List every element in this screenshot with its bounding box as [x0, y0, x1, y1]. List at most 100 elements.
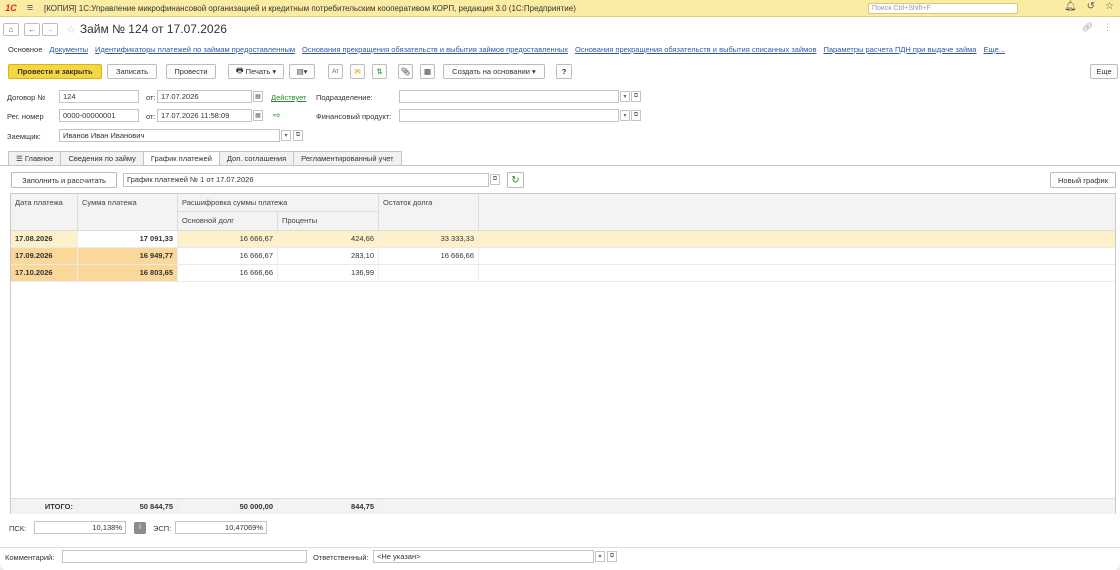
status-link[interactable]: Действует	[271, 93, 306, 102]
table-row[interactable]: 17.09.2026 16 949,77 16 666,67 283,10 16…	[11, 248, 1115, 265]
division-label: Подразделение:	[316, 93, 373, 102]
bell-icon[interactable]: 🔔︎	[1064, 1, 1077, 12]
history-icon[interactable]: ↺	[1087, 1, 1095, 12]
totals-label: ИТОГО:	[11, 499, 78, 515]
cell-date: 17.08.2026	[11, 231, 78, 247]
more-vertical-icon[interactable]: ⋮	[1103, 22, 1112, 33]
reg-date-field[interactable]: 17.07.2026 11:58:09	[157, 109, 252, 122]
nav-link-termination-provided[interactable]: Основания прекращения обязательств и выб…	[302, 45, 568, 54]
financial-product-field[interactable]	[399, 109, 619, 122]
structure-button[interactable]: ⇅	[372, 64, 387, 79]
post-and-close-button[interactable]: Провести и закрыть	[8, 64, 102, 79]
report-menu-button[interactable]: ▤▾	[289, 64, 315, 79]
header-payment-amount[interactable]: Сумма платежа	[78, 194, 178, 231]
print-button[interactable]: 🖶︎ Печать ▾	[228, 64, 284, 79]
nav-link-more[interactable]: Еще...	[983, 45, 1005, 54]
borrower-field[interactable]: Иванов Иван Иванович	[59, 129, 280, 142]
link-icon[interactable]: 🔗︎	[1082, 22, 1093, 33]
favorite-star-icon[interactable]: ☆	[66, 23, 76, 36]
create-based-on-label: Создать на основании	[452, 67, 530, 76]
form-nav-links: Основное Документы Идентификаторы платеж…	[0, 42, 1120, 56]
open-link-icon[interactable]: ⧉	[631, 110, 641, 121]
mail-button[interactable]: ✉	[350, 64, 365, 79]
payment-schedule-table: Дата платежа Сумма платежа Расшифровка с…	[10, 193, 1116, 515]
tab-regulated-accounting[interactable]: Регламентированный учет	[293, 151, 402, 165]
comment-field[interactable]	[62, 550, 307, 563]
tab-payment-schedule[interactable]: График платежей	[142, 151, 220, 166]
forward-button[interactable]: →	[42, 22, 58, 36]
nav-link-termination-written-off[interactable]: Основания прекращения обязательств и выб…	[575, 45, 816, 54]
table-row[interactable]: 17.08.2026 17 091,33 16 666,67 424,66 33…	[11, 231, 1115, 248]
new-schedule-button[interactable]: Новый график	[1050, 172, 1116, 188]
cell-balance	[379, 265, 479, 281]
nav-link-payment-ids[interactable]: Идентификаторы платежей по займам предос…	[95, 45, 295, 54]
favorites-star-icon[interactable]: ☆	[1105, 1, 1114, 12]
division-field[interactable]	[399, 90, 619, 103]
fill-and-calculate-button[interactable]: Заполнить и рассчитать	[11, 172, 117, 188]
table-row[interactable]: 17.10.2026 16 803,65 16 666,66 136,99	[11, 265, 1115, 282]
page-title: Займ № 124 от 17.07.2026	[79, 22, 227, 36]
write-button[interactable]: Записать	[107, 64, 157, 79]
schedule-field[interactable]: График платежей № 1 от 17.07.2026	[123, 173, 489, 187]
tab-additional-agreements[interactable]: Доп. соглашения	[218, 151, 295, 165]
structure-icon: ⇅	[376, 67, 383, 76]
back-button[interactable]: ←	[24, 22, 40, 36]
printer-icon: 🖶︎	[235, 65, 246, 75]
title-bar: 1С ≡ [КОПИЯ] 1С:Управление микрофинансов…	[0, 0, 1120, 17]
chevron-down-icon[interactable]: ▾	[620, 110, 630, 121]
tab-main[interactable]: ☰ Главное	[8, 151, 62, 165]
contract-number-label: Договор №	[7, 93, 46, 102]
chevron-down-icon[interactable]: ▾	[281, 130, 291, 141]
responsible-field[interactable]: <Не указан>	[373, 550, 594, 563]
chevron-down-icon[interactable]: ▾	[595, 551, 605, 562]
cell-interest: 424,66	[278, 231, 379, 247]
cell-principal: 16 666,67	[178, 231, 278, 247]
edit-date-icon[interactable]: ⇨	[273, 110, 281, 121]
comment-label: Комментарий:	[5, 553, 55, 562]
nav-link-documents[interactable]: Документы	[49, 45, 88, 54]
cell-amount: 16 949,77	[78, 248, 178, 264]
home-button[interactable]: ⌂	[3, 22, 19, 36]
header-breakdown[interactable]: Расшифровка суммы платежа	[178, 194, 379, 212]
post-button[interactable]: Провести	[166, 64, 216, 79]
table-icon: ▦	[423, 67, 432, 76]
financial-product-label: Финансовый продукт:	[316, 112, 392, 121]
open-link-icon[interactable]: ⧉	[293, 130, 303, 141]
header-principal[interactable]: Основной долг	[178, 212, 278, 231]
tab-loan-info[interactable]: Сведения по займу	[60, 151, 144, 165]
form-tabs: ☰ Главное Сведения по займу График плате…	[8, 151, 402, 166]
help-button[interactable]: ?	[556, 64, 572, 79]
info-icon[interactable]: i	[134, 522, 146, 534]
nav-link-main[interactable]: Основное	[8, 45, 42, 54]
esp-field[interactable]: 10,47069%	[175, 521, 267, 534]
arrow-right-icon: →	[46, 24, 54, 34]
psk-field[interactable]: 10,138%	[34, 521, 126, 534]
form-row-contract: Договор № 124 от: 17.07.2026 ▦ Действует…	[0, 89, 1120, 105]
table-button[interactable]: ▦	[420, 64, 435, 79]
global-search-input[interactable]: Поиск Ctrl+Shift+F	[868, 3, 1018, 14]
reg-number-field[interactable]: 0000-00000001	[59, 109, 139, 122]
nav-link-pdn-params[interactable]: Параметры расчета ПДН при выдаче займа	[823, 45, 976, 54]
open-link-icon[interactable]: ⧉	[607, 551, 617, 562]
calendar-icon[interactable]: ▦	[253, 110, 263, 121]
1c-logo-icon[interactable]: 1С	[0, 0, 22, 17]
contract-number-field[interactable]: 124	[59, 90, 139, 103]
more-button[interactable]: Еще	[1090, 64, 1118, 79]
refresh-button[interactable]: ↻	[507, 172, 524, 188]
header-balance[interactable]: Остаток долга	[379, 194, 479, 231]
open-link-icon[interactable]: ⧉	[490, 174, 500, 185]
dt-kt-button[interactable]: Ат	[328, 64, 343, 79]
menu-icon[interactable]: ≡	[22, 2, 38, 14]
create-based-on-button[interactable]: Создать на основании ▾	[443, 64, 545, 79]
header-payment-date[interactable]: Дата платежа	[11, 194, 78, 231]
contract-date-field[interactable]: 17.07.2026	[157, 90, 252, 103]
chevron-down-icon[interactable]: ▾	[620, 91, 630, 102]
responsible-label: Ответственный:	[313, 553, 369, 562]
attach-button[interactable]: 📎︎	[398, 64, 413, 79]
open-link-icon[interactable]: ⧉	[631, 91, 641, 102]
mail-icon: ✉	[354, 67, 361, 76]
arrow-left-icon: ←	[28, 24, 36, 34]
rates-row: ПСК: 10,138% i ЭСП: 10,47069%	[0, 520, 1120, 536]
header-interest[interactable]: Проценты	[278, 212, 379, 231]
calendar-icon[interactable]: ▦	[253, 91, 263, 102]
